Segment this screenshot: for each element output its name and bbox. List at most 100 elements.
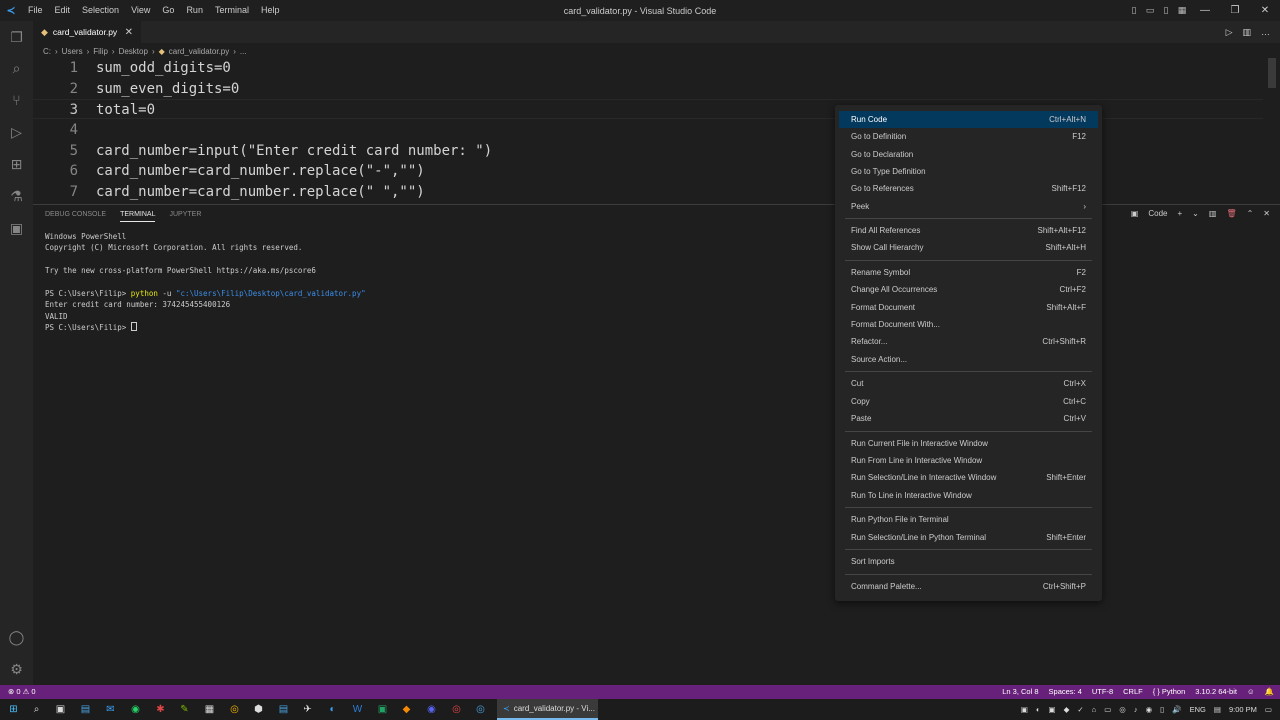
code-text[interactable]: total=0 [96, 100, 155, 120]
discord-icon[interactable]: ◉ [424, 702, 439, 717]
menu-item-change-all-occurrences[interactable]: Change All Occurrences Ctrl+F2 [839, 281, 1098, 298]
menu-item-run-selection-interactive[interactable]: Run Selection/Line in Interactive Window… [839, 469, 1098, 486]
menu-item-go-to-type-definition[interactable]: Go to Type Definition [839, 163, 1098, 180]
menu-go[interactable]: Go [156, 0, 180, 21]
toggle-sidebar-icon[interactable]: ▯ [1126, 0, 1142, 21]
code-text[interactable]: sum_odd_digits=0 [96, 58, 231, 78]
menu-item-go-to-references[interactable]: Go to References Shift+F12 [839, 180, 1098, 197]
kill-terminal-icon[interactable]: 🗑 [1226, 209, 1236, 218]
menu-help[interactable]: Help [255, 0, 286, 21]
menu-item-go-to-definition[interactable]: Go to Definition F12 [839, 128, 1098, 145]
accounts-icon[interactable]: ◯ [0, 621, 33, 653]
mail-icon[interactable]: ✉ [103, 702, 118, 717]
remote-explorer-icon[interactable]: ▣ [0, 212, 33, 244]
tab-debug-console[interactable]: DEBUG CONSOLE [45, 211, 106, 222]
tray-icon[interactable]: ◉ [1146, 705, 1153, 714]
language-indicator[interactable]: ENG [1190, 705, 1206, 714]
tab-card-validator[interactable]: ◆ card_validator.py ✕ [33, 21, 141, 43]
code-line[interactable]: 1 sum_odd_digits=0 [33, 58, 1263, 78]
notification-center-icon[interactable]: ▭ [1265, 705, 1272, 714]
menu-item-run-selection-python-terminal[interactable]: Run Selection/Line in Python Terminal Shi… [839, 529, 1098, 546]
extensions-icon[interactable]: ⊞ [0, 148, 33, 180]
tray-icon[interactable]: ◆ [1064, 705, 1070, 714]
close-tab-icon[interactable]: ✕ [125, 27, 133, 38]
maximize-panel-icon[interactable]: ⌃ [1247, 209, 1254, 218]
code-text[interactable]: card_number=input("Enter credit card num… [96, 141, 492, 161]
tray-icon[interactable]: ◐ [1036, 705, 1041, 714]
menu-item-run-python-file-terminal[interactable]: Run Python File in Terminal [839, 511, 1098, 528]
terminal-name[interactable]: Code [1148, 209, 1167, 218]
tray-icon[interactable]: ♪ [1134, 705, 1138, 714]
language-mode[interactable]: { } Python [1153, 685, 1186, 699]
task-view-icon[interactable]: ▣ [53, 702, 68, 717]
app-icon[interactable]: ▤ [276, 702, 291, 717]
problems-indicator[interactable]: ⊗ 0 ⚠ 0 [8, 685, 36, 699]
breadcrumb-file[interactable]: card_validator.py [169, 47, 229, 56]
run-file-icon[interactable]: ▷ [1226, 27, 1233, 38]
calculator-icon[interactable]: ▦ [202, 702, 217, 717]
code-text[interactable]: card_number=card_number.replace(" ","") [96, 182, 425, 200]
tray-icon[interactable]: ▣ [1048, 705, 1055, 714]
tab-jupyter[interactable]: JUPYTER [169, 211, 201, 222]
breadcrumb-users[interactable]: Users [62, 47, 83, 56]
menu-item-rename-symbol[interactable]: Rename Symbol F2 [839, 264, 1098, 281]
word-icon[interactable]: W [350, 702, 365, 717]
keyboard-icon[interactable]: ▤ [1214, 705, 1221, 714]
volume-icon[interactable]: 🔊 [1172, 705, 1181, 714]
menu-file[interactable]: File [22, 0, 49, 21]
restore-button[interactable]: ❐ [1220, 0, 1250, 21]
display-icon[interactable]: ▭ [1104, 705, 1111, 714]
menu-item-command-palette[interactable]: Command Palette... Ctrl+Shift+P [839, 578, 1098, 595]
tab-terminal[interactable]: TERMINAL [120, 211, 156, 222]
testing-icon[interactable]: ⚗ [0, 180, 33, 212]
app-icon[interactable]: ◎ [473, 702, 488, 717]
editor-scrollbar[interactable] [1268, 58, 1276, 88]
menu-edit[interactable]: Edit [49, 0, 77, 21]
menu-item-copy[interactable]: Copy Ctrl+C [839, 393, 1098, 410]
code-text[interactable]: card_number=card_number.replace("-","") [96, 161, 425, 181]
end-of-line[interactable]: CRLF [1123, 685, 1143, 699]
explorer-icon[interactable]: ❐ [0, 21, 33, 53]
taskbar-vscode-window[interactable]: ≺ card_validator.py - Vi... [497, 699, 598, 720]
run-debug-icon[interactable]: ▷ [0, 116, 33, 148]
cursor-position[interactable]: Ln 3, Col 8 [1002, 685, 1038, 699]
breadcrumb-more[interactable]: ... [240, 47, 247, 56]
menu-item-format-document-with[interactable]: Format Document With... [839, 316, 1098, 333]
search-icon[interactable]: ⌕ [29, 702, 44, 717]
terminal-output[interactable]: Windows PowerShell Copyright (C) Microso… [45, 231, 366, 334]
menu-item-run-code[interactable]: Run Code Ctrl+Alt+N [839, 111, 1098, 128]
encoding[interactable]: UTF-8 [1092, 685, 1113, 699]
app-icon[interactable]: ✎ [177, 702, 192, 717]
windows-start-icon[interactable]: ⊞ [6, 702, 21, 717]
edge-icon[interactable]: ◐ [325, 702, 340, 717]
menu-item-format-document[interactable]: Format Document Shift+Alt+F [839, 299, 1098, 316]
breadcrumb-filip[interactable]: Filip [93, 47, 108, 56]
customize-layout-icon[interactable]: ▦ [1174, 0, 1190, 21]
menu-item-refactor[interactable]: Refactor... Ctrl+Shift+R [839, 333, 1098, 350]
split-terminal-icon[interactable]: ▥ [1209, 209, 1217, 218]
app-icon[interactable]: ◎ [449, 702, 464, 717]
feedback-icon[interactable]: ☺ [1247, 685, 1255, 699]
breadcrumb-drive[interactable]: C: [43, 47, 51, 56]
toggle-secondary-sidebar-icon[interactable]: ▯ [1158, 0, 1174, 21]
app-icon[interactable]: ✈ [300, 702, 315, 717]
manage-gear-icon[interactable]: ⚙ [0, 653, 33, 685]
menu-run[interactable]: Run [180, 0, 209, 21]
app-icon[interactable]: ✱ [153, 702, 168, 717]
menu-item-go-to-declaration[interactable]: Go to Declaration [839, 146, 1098, 163]
menu-selection[interactable]: Selection [76, 0, 125, 21]
breadcrumb-desktop[interactable]: Desktop [119, 47, 148, 56]
menu-item-run-to-line-interactive[interactable]: Run To Line in Interactive Window [839, 487, 1098, 504]
app-icon[interactable]: ▣ [375, 702, 390, 717]
tray-icon[interactable]: ◎ [1119, 705, 1126, 714]
toggle-panel-icon[interactable]: ▭ [1142, 0, 1158, 21]
minimize-button[interactable]: — [1190, 0, 1220, 21]
menu-item-cut[interactable]: Cut Ctrl+X [839, 375, 1098, 392]
menu-item-run-from-line-interactive[interactable]: Run From Line in Interactive Window [839, 452, 1098, 469]
tray-icon[interactable]: ⌂ [1092, 705, 1097, 714]
chevron-down-icon[interactable]: ⌄ [1192, 209, 1199, 218]
menu-item-show-call-hierarchy[interactable]: Show Call Hierarchy Shift+Alt+H [839, 239, 1098, 256]
close-window-button[interactable]: ✕ [1250, 0, 1280, 21]
store-icon[interactable]: ▤ [78, 702, 93, 717]
menu-item-find-all-references[interactable]: Find All References Shift+Alt+F12 [839, 222, 1098, 239]
